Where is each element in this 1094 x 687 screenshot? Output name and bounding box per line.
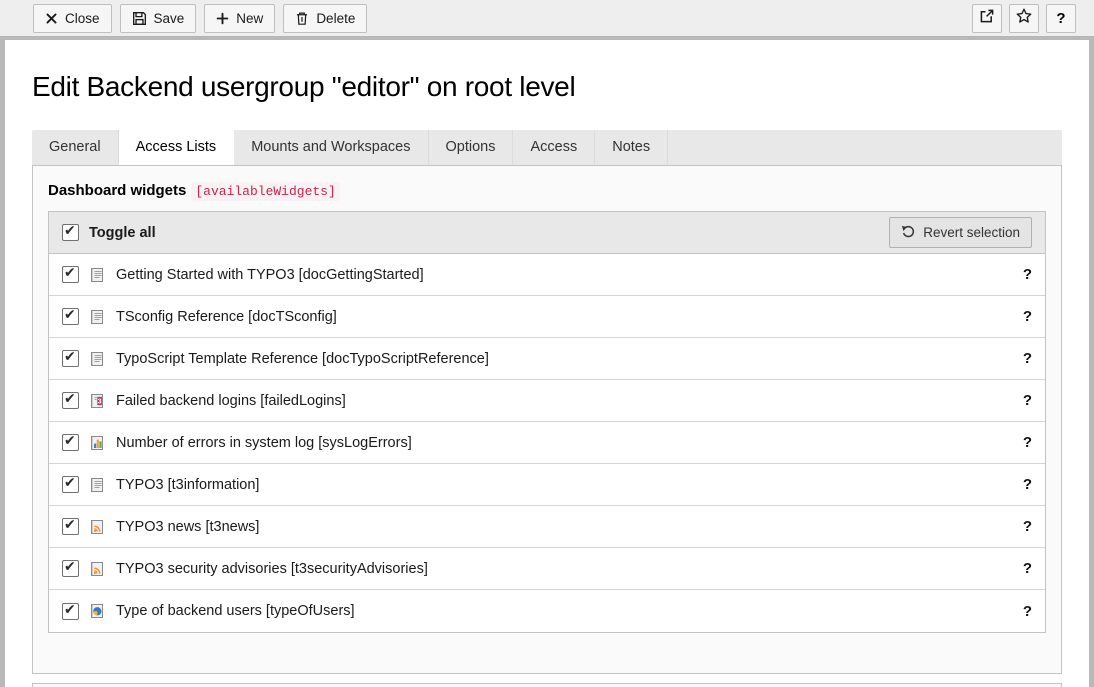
- toggle-all-row: Toggle all Revert selection: [49, 212, 1045, 254]
- delete-icon: [295, 11, 309, 26]
- widget-label: TYPO3 security advisories [t3securityAdv…: [116, 561, 428, 577]
- widget-label: TSconfig Reference [docTSconfig]: [116, 309, 337, 325]
- widget-checkbox[interactable]: [62, 266, 79, 283]
- widget-rows: Getting Started with TYPO3 [docGettingSt…: [49, 254, 1045, 632]
- tab-bar: General Access Lists Mounts and Workspac…: [32, 130, 1062, 165]
- new-button-label: New: [236, 11, 263, 26]
- row-help-icon[interactable]: ?: [1023, 434, 1032, 451]
- widget-row: TSconfig Reference [docTSconfig] ?: [49, 296, 1045, 338]
- toolbar-right-group: ?: [972, 4, 1076, 33]
- tab-label: Access Lists: [136, 139, 217, 155]
- tab-notes[interactable]: Notes: [595, 130, 668, 165]
- save-button[interactable]: Save: [120, 4, 197, 33]
- widget-label: Getting Started with TYPO3 [docGettingSt…: [116, 267, 424, 283]
- delete-button[interactable]: Delete: [283, 4, 367, 33]
- widget-doc-icon: [89, 351, 105, 367]
- widget-row: Number of errors in system log [sysLogEr…: [49, 422, 1045, 464]
- help-icon: ?: [1056, 10, 1065, 27]
- widget-checkbox[interactable]: [62, 518, 79, 535]
- widget-label: Failed backend logins [failedLogins]: [116, 393, 346, 409]
- star-icon: [1015, 7, 1033, 29]
- save-button-label: Save: [154, 11, 185, 26]
- toggle-all-checkbox[interactable]: [62, 224, 79, 241]
- close-button-label: Close: [65, 11, 100, 26]
- document-area: Edit Backend usergroup "editor" on root …: [5, 40, 1089, 687]
- widget-checkbox[interactable]: [62, 476, 79, 493]
- dashboard-widgets-list: Toggle all Revert selection Getting Star…: [48, 211, 1046, 633]
- open-in-new-window-button[interactable]: [972, 4, 1002, 33]
- row-help-icon[interactable]: ?: [1023, 392, 1032, 409]
- row-help-icon[interactable]: ?: [1023, 476, 1032, 493]
- widget-checkbox[interactable]: [62, 603, 79, 620]
- widget-label: TypoScript Template Reference [docTypoSc…: [116, 351, 489, 367]
- widget-doc-icon: [89, 267, 105, 283]
- row-help-icon[interactable]: ?: [1023, 518, 1032, 535]
- row-help-icon[interactable]: ?: [1023, 560, 1032, 577]
- widget-checkbox[interactable]: [62, 392, 79, 409]
- widget-pie-icon: [89, 603, 105, 619]
- widget-checkbox[interactable]: [62, 308, 79, 325]
- row-help-icon[interactable]: ?: [1023, 266, 1032, 283]
- new-button[interactable]: New: [204, 4, 275, 33]
- row-help-icon[interactable]: ?: [1023, 603, 1032, 620]
- widget-row: Getting Started with TYPO3 [docGettingSt…: [49, 254, 1045, 296]
- open-in-new-window-icon: [979, 8, 995, 28]
- widget-row: TypoScript Template Reference [docTypoSc…: [49, 338, 1045, 380]
- tab-access[interactable]: Access: [513, 130, 595, 165]
- widget-label: Type of backend users [typeOfUsers]: [116, 603, 355, 619]
- page-title: Edit Backend usergroup "editor" on root …: [32, 40, 1062, 103]
- section-code-chip: [availableWidgets]: [191, 182, 339, 201]
- widget-label: TYPO3 [t3information]: [116, 477, 259, 493]
- revert-selection-label: Revert selection: [923, 225, 1020, 240]
- tab-label: General: [49, 139, 101, 155]
- next-section-panel-edge: [32, 683, 1062, 687]
- revert-selection-button[interactable]: Revert selection: [889, 217, 1032, 248]
- bookmark-star-button[interactable]: [1009, 4, 1039, 33]
- tab-label: Options: [446, 139, 496, 155]
- tab-options[interactable]: Options: [429, 130, 514, 165]
- widget-row: TYPO3 security advisories [t3securityAdv…: [49, 548, 1045, 590]
- widget-label: TYPO3 news [t3news]: [116, 519, 259, 535]
- widget-checkbox[interactable]: [62, 350, 79, 367]
- widget-doc-icon: [89, 309, 105, 325]
- widget-label: Number of errors in system log [sysLogEr…: [116, 435, 412, 451]
- tab-access-lists[interactable]: Access Lists: [119, 130, 235, 165]
- section-heading: Dashboard widgets [availableWidgets]: [48, 182, 1046, 199]
- widget-rss-icon: [89, 561, 105, 577]
- toggle-all-label: Toggle all: [89, 225, 156, 241]
- widget-row: TYPO3 news [t3news] ?: [49, 506, 1045, 548]
- tab-general[interactable]: General: [32, 130, 119, 165]
- tab-mounts-and-workspaces[interactable]: Mounts and Workspaces: [234, 130, 428, 165]
- widget-row: 3 Failed backend logins [failedLogins] ?: [49, 380, 1045, 422]
- widget-rss-icon: [89, 519, 105, 535]
- revert-icon: [901, 224, 916, 242]
- section-heading-label: Dashboard widgets: [48, 182, 186, 199]
- widget-checkbox[interactable]: [62, 560, 79, 577]
- tab-label: Mounts and Workspaces: [251, 139, 410, 155]
- widget-number-icon: 3: [89, 393, 105, 409]
- widget-barchart-icon: [89, 435, 105, 451]
- close-button[interactable]: Close: [33, 4, 112, 33]
- row-help-icon[interactable]: ?: [1023, 308, 1032, 325]
- widget-doc-icon: [89, 477, 105, 493]
- help-button[interactable]: ?: [1046, 4, 1076, 33]
- row-help-icon[interactable]: ?: [1023, 350, 1032, 367]
- close-icon: [45, 12, 58, 25]
- top-toolbar: Close Save New Delete ?: [0, 0, 1094, 37]
- tab-label: Notes: [612, 139, 650, 155]
- widget-row: TYPO3 [t3information] ?: [49, 464, 1045, 506]
- tab-label: Access: [530, 139, 577, 155]
- svg-text:3: 3: [98, 398, 102, 405]
- widget-row: Type of backend users [typeOfUsers] ?: [49, 590, 1045, 632]
- new-icon: [216, 12, 229, 25]
- delete-button-label: Delete: [316, 11, 355, 26]
- widget-checkbox[interactable]: [62, 434, 79, 451]
- save-icon: [132, 11, 147, 26]
- access-lists-panel: Dashboard widgets [availableWidgets] Togg…: [32, 165, 1062, 674]
